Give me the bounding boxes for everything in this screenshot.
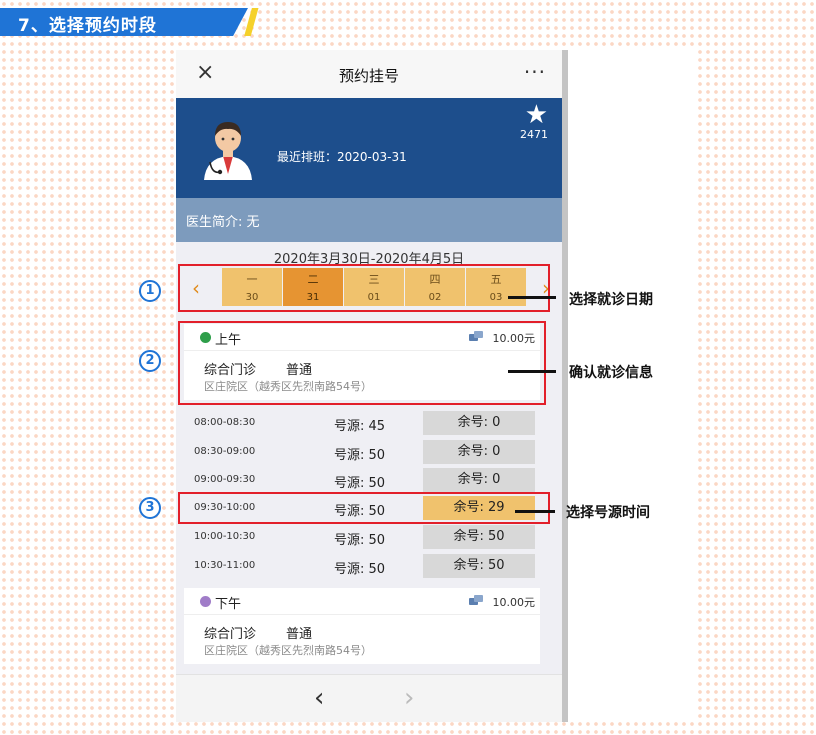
slot-time: 09:00-09:30 bbox=[194, 474, 256, 485]
forward-icon[interactable]: › bbox=[404, 683, 414, 713]
slot-remaining[interactable]: 余号: 0 bbox=[423, 468, 535, 492]
hospital-address: 区庄院区（越秀区先烈南路54号） bbox=[204, 644, 372, 657]
callout-line bbox=[508, 370, 556, 373]
slot-total: 号源: 50 bbox=[334, 448, 386, 463]
time-slot-row[interactable]: 09:00-09:30 号源: 50 余号: 0 bbox=[176, 468, 562, 492]
nav-bar: × 预约挂号 ··· bbox=[176, 50, 562, 98]
doctor-intro[interactable]: 医生简介: 无 bbox=[176, 198, 562, 242]
star-icon[interactable]: ★ bbox=[525, 102, 548, 128]
banner-title: 7、选择预约时段 bbox=[18, 16, 157, 36]
callout-line bbox=[515, 510, 555, 513]
doctor-card: 最近排班：2020-03-31 ★ 2471 bbox=[176, 98, 562, 198]
department: 综合门诊 bbox=[204, 627, 257, 642]
highlight-info bbox=[178, 321, 546, 405]
bottom-nav: ‹ › bbox=[176, 674, 562, 722]
highlight-slot bbox=[178, 492, 550, 524]
page-title: 预约挂号 bbox=[338, 67, 399, 85]
clinic-level: 普通 bbox=[286, 627, 313, 642]
step-number: 1 bbox=[139, 280, 161, 302]
time-slot-row[interactable]: 08:30-09:00 号源: 50 余号: 0 bbox=[176, 440, 562, 464]
afternoon-header: 下午 10.00元 bbox=[184, 588, 540, 615]
callout-line bbox=[508, 296, 556, 299]
slot-time: 08:30-09:00 bbox=[194, 446, 256, 457]
slot-remaining[interactable]: 余号: 0 bbox=[423, 440, 535, 464]
slot-total: 号源: 50 bbox=[334, 562, 386, 577]
slot-remaining[interactable]: 余号: 0 bbox=[423, 411, 535, 435]
step-number: 2 bbox=[139, 350, 161, 372]
latest-schedule: 最近排班：2020-03-31 bbox=[277, 150, 407, 164]
more-icon[interactable]: ··· bbox=[524, 60, 546, 84]
slot-total: 号源: 50 bbox=[334, 476, 386, 491]
callout-slot: 选择号源时间 bbox=[566, 505, 650, 521]
back-icon[interactable]: ‹ bbox=[314, 683, 324, 713]
slot-total: 号源: 45 bbox=[334, 419, 386, 434]
star-count: 2471 bbox=[520, 128, 548, 141]
time-slot-row[interactable]: 10:30-11:00 号源: 50 余号: 50 bbox=[176, 554, 562, 578]
intro-text: 医生简介: 无 bbox=[186, 215, 260, 230]
callout-date: 选择就诊日期 bbox=[569, 292, 653, 308]
slot-remaining[interactable]: 余号: 50 bbox=[423, 525, 535, 549]
slot-total: 号源: 50 bbox=[334, 533, 386, 548]
afternoon-fee: 10.00元 bbox=[492, 596, 536, 609]
scrollbar[interactable] bbox=[562, 50, 568, 722]
slot-time: 10:30-11:00 bbox=[194, 560, 256, 571]
step-banner: 7、选择预约时段 bbox=[0, 8, 262, 36]
slot-time: 08:00-08:30 bbox=[194, 417, 256, 428]
slot-remaining[interactable]: 余号: 50 bbox=[423, 554, 535, 578]
afternoon-label: 下午 bbox=[215, 597, 242, 612]
doctor-avatar bbox=[204, 122, 252, 180]
time-slot-row[interactable]: 10:00-10:30 号源: 50 余号: 50 bbox=[176, 525, 562, 549]
time-slot-row[interactable]: 08:00-08:30 号源: 45 余号: 0 bbox=[176, 411, 562, 435]
phone-side-panel bbox=[568, 50, 694, 722]
step-number: 3 bbox=[139, 497, 161, 519]
money-icon bbox=[469, 595, 483, 605]
afternoon-dot-icon bbox=[200, 596, 211, 607]
afternoon-section: 下午 10.00元 综合门诊 普通 区庄院区（越秀区先烈南路54号） bbox=[184, 588, 540, 664]
slot-time: 10:00-10:30 bbox=[194, 531, 256, 542]
highlight-date bbox=[178, 264, 550, 312]
callout-info: 确认就诊信息 bbox=[569, 365, 653, 381]
